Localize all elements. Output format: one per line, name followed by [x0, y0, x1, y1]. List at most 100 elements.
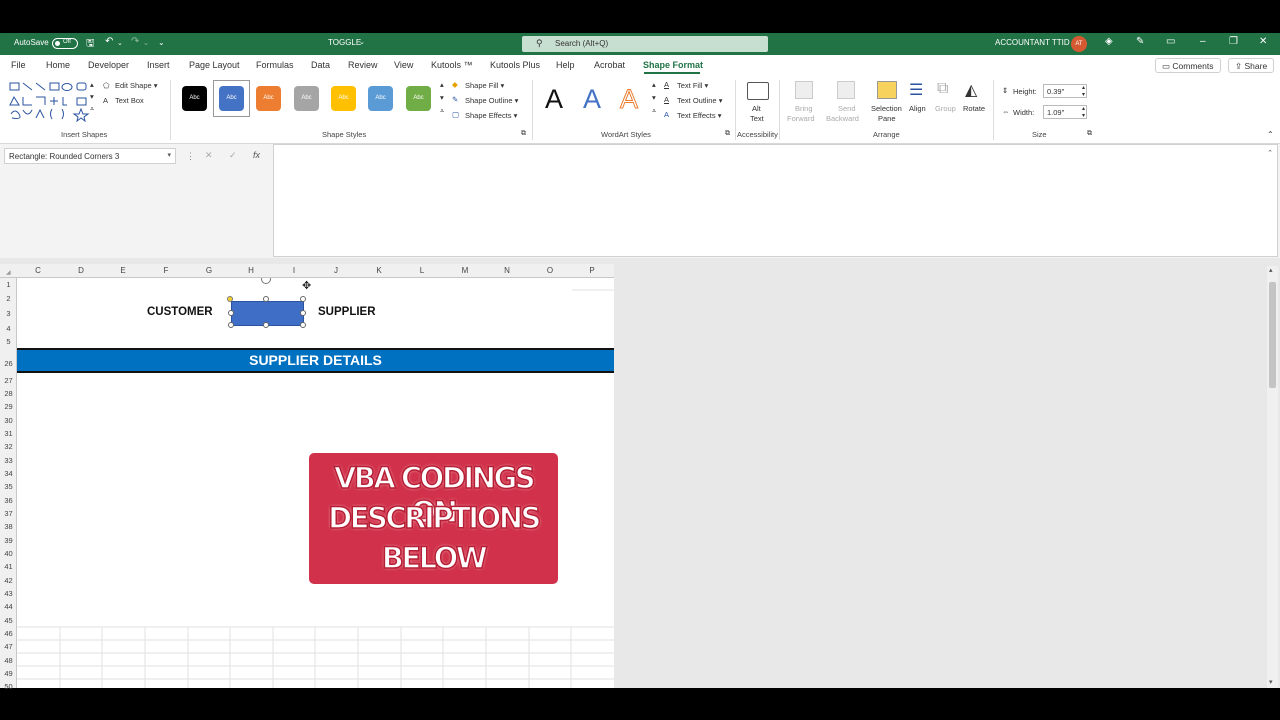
row-header[interactable]: 32 — [0, 442, 17, 451]
shape-fill-icon[interactable]: ◆ — [452, 80, 458, 89]
tab-data[interactable]: Data — [311, 60, 330, 70]
column-header[interactable]: G — [199, 266, 219, 275]
shape-style-black[interactable]: Abc — [182, 86, 207, 111]
column-header[interactable]: K — [369, 266, 389, 275]
file-name-dropdown-icon[interactable]: ⌄ — [359, 38, 365, 46]
supplier-details-banner[interactable]: SUPPLIER DETAILS — [17, 348, 614, 373]
text-effects-icon[interactable]: A — [664, 110, 669, 119]
resize-handle-top-right[interactable] — [300, 296, 306, 302]
cell-grid[interactable]: CUSTOMER SUPPLIER ✥ SUPPLIER DETAILS VBA… — [17, 278, 614, 688]
column-header[interactable]: H — [241, 266, 261, 275]
send-backward-icon[interactable] — [837, 81, 855, 99]
row-header[interactable]: 49 — [0, 669, 17, 678]
text-fill-button[interactable]: Text Fill ▾ — [677, 81, 708, 90]
collapse-formula-bar-icon[interactable]: ⌃ — [1267, 149, 1273, 157]
row-header[interactable]: 5 — [0, 337, 17, 346]
tab-kutools-plus[interactable]: Kutools Plus — [490, 60, 540, 70]
row-header[interactable]: 30 — [0, 416, 17, 425]
supplier-label[interactable]: SUPPLIER — [318, 306, 376, 318]
file-name[interactable]: TOGGLE — [328, 38, 361, 47]
width-input[interactable]: 1.09" — [1043, 105, 1087, 119]
row-header[interactable]: 29 — [0, 402, 17, 411]
column-header[interactable]: D — [71, 266, 91, 275]
align-icon[interactable]: ☰ — [909, 80, 923, 100]
scrollbar-thumb[interactable] — [1269, 282, 1276, 388]
shape-style-green[interactable]: Abc — [406, 86, 431, 111]
row-header[interactable]: 31 — [0, 429, 17, 438]
customer-label[interactable]: CUSTOMER — [147, 306, 213, 318]
avatar[interactable]: AT — [1071, 36, 1087, 52]
send-backward-label-2[interactable]: Backward — [826, 114, 859, 123]
resize-handle-bottom-right[interactable] — [300, 322, 306, 328]
tab-developer[interactable]: Developer — [88, 60, 129, 70]
selection-pane-icon[interactable] — [877, 81, 897, 99]
styles-scroll-up-icon[interactable]: ▴ — [440, 80, 444, 89]
tab-review[interactable]: Review — [348, 60, 378, 70]
tab-help[interactable]: Help — [556, 60, 575, 70]
bring-forward-label-2[interactable]: Forward — [787, 114, 815, 123]
column-header[interactable]: O — [540, 266, 560, 275]
shape-style-blue[interactable]: Abc — [219, 86, 244, 111]
row-header[interactable]: 44 — [0, 602, 17, 611]
wordart-orange-outline-style[interactable]: A — [619, 84, 638, 115]
row-header[interactable]: 41 — [0, 562, 17, 571]
undo-dropdown-icon[interactable]: ⌄ — [117, 39, 123, 47]
selection-pane-label-1[interactable]: Selection — [871, 104, 902, 113]
tab-insert[interactable]: Insert — [147, 60, 170, 70]
row-header[interactable]: 1 — [0, 280, 17, 289]
row-header[interactable]: 28 — [0, 389, 17, 398]
column-header[interactable]: I — [284, 266, 304, 275]
row-header[interactable]: 43 — [0, 589, 17, 598]
resize-handle-right[interactable] — [300, 310, 306, 316]
vertical-scrollbar[interactable]: ▴ ▾ — [1267, 266, 1278, 688]
ribbon-display-icon[interactable]: ▭ — [1166, 36, 1175, 47]
bring-forward-label-1[interactable]: Bring — [795, 104, 813, 113]
save-icon[interactable]: 🖫 — [86, 36, 95, 53]
alt-text-icon[interactable] — [747, 82, 769, 100]
resize-handle-left[interactable] — [228, 310, 234, 316]
alt-text-label-2[interactable]: Text — [750, 114, 764, 123]
text-fill-icon[interactable]: A — [664, 80, 669, 89]
select-all-corner-icon[interactable]: ◢ — [6, 269, 11, 276]
comments-button[interactable]: ▭ Comments — [1155, 58, 1221, 73]
redo-icon[interactable]: ↷ — [131, 36, 139, 47]
tab-view[interactable]: View — [394, 60, 413, 70]
text-effects-button[interactable]: Text Effects ▾ — [677, 111, 722, 120]
row-header[interactable]: 37 — [0, 509, 17, 518]
column-header[interactable]: P — [582, 266, 602, 275]
wordart-launcher-icon[interactable]: ⧉ — [725, 130, 730, 138]
customize-toolbar-icon[interactable]: ⌄ — [158, 38, 165, 47]
shape-style-light-blue[interactable]: Abc — [368, 86, 393, 111]
shape-outline-button[interactable]: Shape Outline ▾ — [465, 96, 518, 105]
row-header[interactable]: 4 — [0, 324, 17, 333]
name-box-dropdown-icon[interactable]: ▾ — [167, 151, 171, 159]
row-header[interactable]: 35 — [0, 482, 17, 491]
row-header[interactable]: 38 — [0, 522, 17, 531]
redo-dropdown-icon[interactable]: ⌄ — [143, 39, 149, 47]
row-header[interactable]: 50 — [0, 682, 17, 691]
tab-kutools[interactable]: Kutools ™ — [431, 60, 473, 70]
resize-handle-bottom[interactable] — [263, 322, 269, 328]
column-header[interactable]: C — [28, 266, 48, 275]
shape-style-gray[interactable]: Abc — [294, 86, 319, 111]
undo-icon[interactable]: ↶ — [105, 36, 113, 47]
gallery-scroll-down-icon[interactable]: ▾ — [90, 92, 94, 101]
insert-function-icon[interactable]: fx — [253, 150, 260, 160]
rotate-label[interactable]: Rotate — [963, 104, 985, 113]
shape-style-gold[interactable]: Abc — [331, 86, 356, 111]
collapse-ribbon-icon[interactable]: ⌃ — [1267, 130, 1274, 139]
tab-home[interactable]: Home — [46, 60, 70, 70]
autosave-toggle[interactable]: Off — [52, 38, 78, 49]
minimize-icon[interactable]: – — [1200, 36, 1206, 47]
row-header[interactable]: 39 — [0, 536, 17, 545]
row-header[interactable]: 47 — [0, 642, 17, 651]
align-label[interactable]: Align — [909, 104, 926, 113]
text-outline-icon[interactable]: A — [664, 95, 669, 104]
shapes-gallery[interactable] — [8, 80, 100, 123]
selection-pane-label-2[interactable]: Pane — [878, 114, 896, 123]
column-header[interactable]: J — [326, 266, 346, 275]
tab-page-layout[interactable]: Page Layout — [189, 60, 240, 70]
send-backward-label-1[interactable]: Send — [838, 104, 856, 113]
gallery-more-icon[interactable]: ⩡ — [90, 104, 94, 114]
name-box[interactable]: Rectangle: Rounded Corners 3 ▾ — [4, 148, 176, 164]
